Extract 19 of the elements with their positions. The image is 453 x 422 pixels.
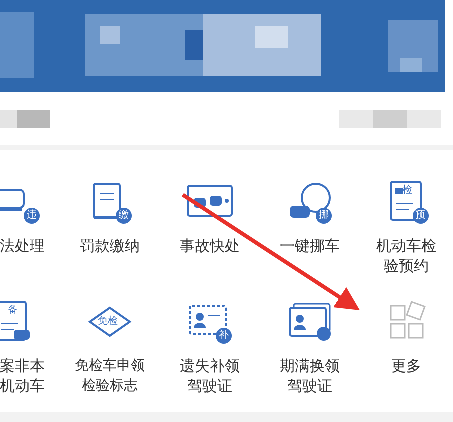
icon-badge: 补 (216, 328, 232, 344)
service-label[interactable]: 更多 (392, 356, 422, 376)
service-label[interactable]: 事故快处 (180, 236, 240, 256)
icon-badge: 缴 (116, 208, 132, 224)
icon-badge: 违 (24, 208, 40, 224)
icon-tag: 免检 (98, 316, 118, 327)
icon-tag: 备 (8, 305, 18, 316)
service-label[interactable]: 一键挪车 (280, 236, 340, 256)
blurred-text (0, 110, 50, 128)
service-label[interactable]: 免检车申领检验标志 (75, 356, 145, 396)
service-label[interactable]: 案非本机动车 (0, 356, 45, 396)
icon-badge: 预 (412, 208, 428, 224)
icon-tag: 检 (402, 185, 412, 196)
service-label[interactable]: 期满换领驾驶证 (280, 356, 340, 396)
service-label[interactable]: 遗失补领驾驶证 (180, 356, 240, 396)
service-label[interactable]: 机动车检验预约 (376, 236, 436, 276)
service-label[interactable]: 法处理 (0, 236, 45, 256)
service-label[interactable]: 罚款缴纳 (80, 236, 140, 256)
icon-badge: 挪 (316, 208, 332, 224)
